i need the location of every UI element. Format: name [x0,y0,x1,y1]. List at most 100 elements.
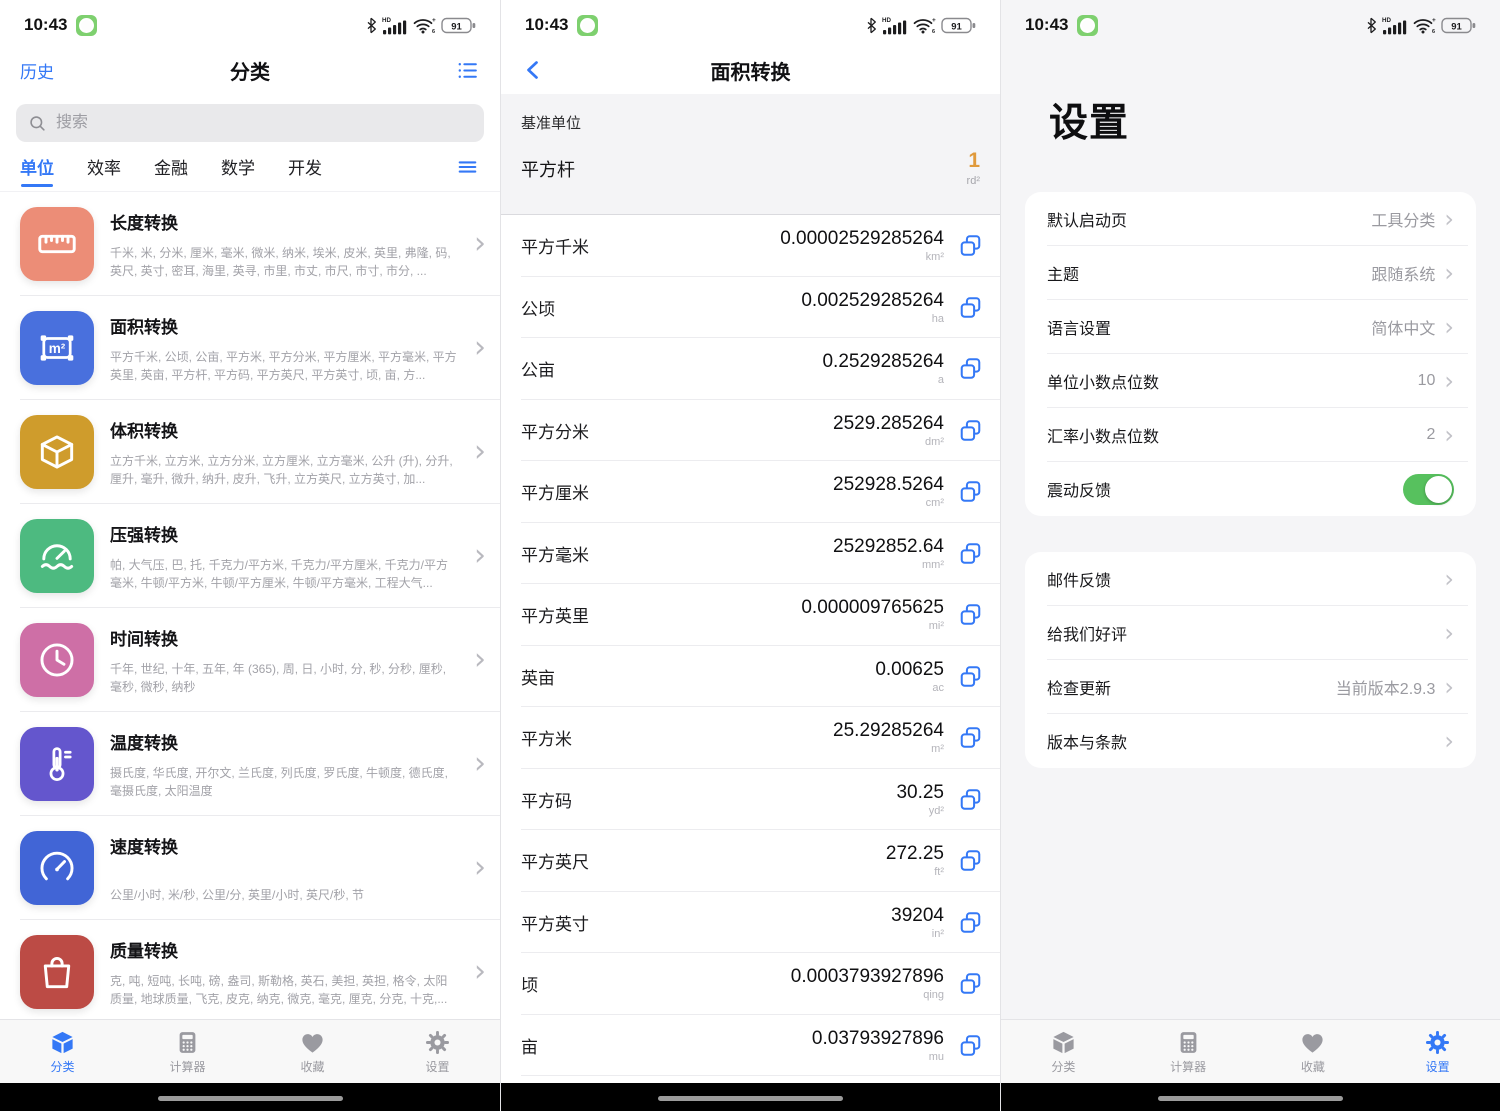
copy-button[interactable] [952,904,988,940]
home-bar [1001,1083,1500,1111]
settings-label: 语言设置 [1047,315,1111,339]
vibration-feedback-toggle[interactable] [1403,474,1454,505]
home-indicator[interactable] [1158,1096,1343,1101]
unit-name: 亩 [521,1033,538,1058]
copy-button[interactable] [952,1027,988,1063]
unit-symbol: cm² [833,497,944,509]
back-button[interactable] [521,58,545,82]
category-list-item[interactable]: 压强转换 帕, 大气压, 巴, 托, 千克力/平方米, 千克力/平方厘米, 千克… [0,504,500,608]
copy-button[interactable] [952,289,988,325]
conversion-row[interactable]: 平方毫米 25292852.64 mm² [501,523,1000,585]
conversion-row[interactable]: 平方千米 0.00002529285264 km² [501,215,1000,277]
settings-row[interactable]: 单位小数点位数 10 › [1025,354,1476,408]
calculator-icon [174,1029,201,1056]
conversion-row[interactable]: 英亩 0.00625 ac [501,646,1000,708]
tab-item[interactable]: 金融 [154,154,188,191]
conversion-row[interactable]: 公顷 0.002529285264 ha [501,277,1000,339]
category-list-item[interactable]: 温度转换 摄氏度, 华氏度, 开尔文, 兰氏度, 列氏度, 罗氏度, 牛顿度, … [0,712,500,816]
conversion-row[interactable]: 平方分米 2529.285264 dm² [501,400,1000,462]
tabbar-item-favorites[interactable]: 收藏 [1251,1029,1376,1075]
settings-row[interactable]: 给我们好评 › [1025,606,1476,660]
copy-button[interactable] [952,535,988,571]
conversion-row[interactable]: 平方码 30.25 yd² [501,769,1000,831]
category-title: 速度转换 [110,833,458,858]
settings-row[interactable]: 默认启动页 工具分类 › [1025,192,1476,246]
tabbar-item-favorites[interactable]: 收藏 [250,1029,375,1075]
tab-item[interactable]: 开发 [288,154,322,191]
category-subtitle: 摄氏度, 华氏度, 开尔文, 兰氏度, 列氏度, 罗氏度, 牛顿度, 德氏度, … [110,764,458,801]
chevron-right-icon: › [1444,315,1454,339]
conversion-row[interactable]: 平方英寸 39204 in² [501,892,1000,954]
settings-value: 简体中文 [1371,315,1435,339]
settings-row[interactable]: 邮件反馈 › [1025,552,1476,606]
tabbar-item-settings[interactable]: 设置 [375,1029,500,1075]
tabbar-item-settings[interactable]: 设置 [1375,1029,1500,1075]
conversion-row[interactable]: 亩 0.03793927896 mu [501,1015,1000,1077]
conversion-row[interactable]: 顷 0.0003793927896 qing [501,953,1000,1015]
settings-row[interactable]: 震动反馈 [1025,462,1476,516]
base-unit-value[interactable]: 1 [967,149,980,173]
copy-button[interactable] [952,351,988,387]
category-list-item[interactable]: 时间转换 千年, 世纪, 十年, 五年, 年 (365), 周, 日, 小时, … [0,608,500,712]
settings-value: 工具分类 [1371,207,1435,231]
category-list-item[interactable]: 长度转换 千米, 米, 分米, 厘米, 毫米, 微米, 纳米, 埃米, 皮米, … [0,192,500,296]
tab-item[interactable]: 单位 [20,154,54,191]
conversion-row[interactable]: 平方米 25.29285264 m² [501,707,1000,769]
category-title: 温度转换 [110,729,458,754]
base-unit-row[interactable]: 平方杆 1 rd² [521,149,980,214]
battery-icon: 91 [1441,16,1476,35]
category-list-item[interactable]: 体积转换 立方千米, 立方米, 立方分米, 立方厘米, 立方毫米, 公升 (升)… [0,400,500,504]
conversion-row[interactable]: 平方英尺 272.25 ft² [501,830,1000,892]
history-button[interactable]: 历史 [20,58,54,83]
copy-button[interactable] [952,474,988,510]
bluetooth-icon [1365,17,1377,34]
copy-button[interactable] [952,658,988,694]
settings-value: 10 [1418,372,1436,390]
unit-name: 平方英尺 [521,848,589,873]
category-list-item[interactable]: m² 面积转换 平方千米, 公顷, 公亩, 平方米, 平方分米, 平方厘米, 平… [0,296,500,400]
tabbar-item-categories[interactable]: 分类 [0,1029,125,1075]
tab-item[interactable]: 数学 [221,154,255,191]
tabbar-item-categories[interactable]: 分类 [1001,1029,1126,1075]
copy-button[interactable] [952,412,988,448]
settings-row[interactable]: 语言设置 简体中文 › [1025,300,1476,354]
copy-button[interactable] [952,843,988,879]
tab-item[interactable]: 效率 [87,154,121,191]
settings-row[interactable]: 汇率小数点位数 2 › [1025,408,1476,462]
conversion-row[interactable]: 平方厘米 252928.5264 cm² [501,461,1000,523]
unit-symbol: in² [891,928,944,940]
settings-value: 当前版本2.9.3 [1336,675,1436,699]
list-view-button[interactable] [455,58,480,83]
unit-symbol: ft² [886,866,944,878]
svg-text:HD: HD [382,17,391,24]
copy-button[interactable] [952,966,988,1002]
settings-row[interactable]: 版本与条款 › [1025,714,1476,768]
chevron-right-icon: › [474,957,486,987]
bluetooth-icon [865,17,877,34]
unit-symbol: mi² [801,620,944,632]
svg-text:+: + [432,17,436,24]
cube-icon [20,415,94,489]
category-list-item[interactable]: 速度转换 公里/小时, 米/秒, 公里/分, 英里/小时, 英尺/秒, 节 › [0,816,500,920]
copy-button[interactable] [952,720,988,756]
back-chevron-icon [521,58,545,82]
category-list-item[interactable]: 质量转换 克, 吨, 短吨, 长吨, 磅, 盎司, 斯勒格, 英石, 美担, 英… [0,920,500,1024]
settings-row[interactable]: 检查更新 当前版本2.9.3 › [1025,660,1476,714]
copy-button[interactable] [952,597,988,633]
chevron-right-icon: › [1444,261,1454,285]
home-indicator[interactable] [158,1096,343,1101]
tabs-menu-button[interactable] [455,156,480,191]
category-list: 长度转换 千米, 米, 分米, 厘米, 毫米, 微米, 纳米, 埃米, 皮米, … [0,192,500,1024]
tabbar-item-calculator[interactable]: 计算器 [1126,1029,1251,1075]
copy-button[interactable] [952,781,988,817]
search-bar[interactable] [16,104,484,142]
clock-time: 10:43 [24,15,67,35]
settings-row[interactable]: 主题 跟随系统 › [1025,246,1476,300]
home-indicator[interactable] [658,1096,843,1101]
copy-button[interactable] [952,228,988,264]
tabbar-item-calculator[interactable]: 计算器 [125,1029,250,1075]
conversion-row[interactable]: 平方英里 0.000009765625 mi² [501,584,1000,646]
category-title: 时间转换 [110,625,458,650]
search-input[interactable] [54,113,472,133]
conversion-row[interactable]: 公亩 0.2529285264 a [501,338,1000,400]
